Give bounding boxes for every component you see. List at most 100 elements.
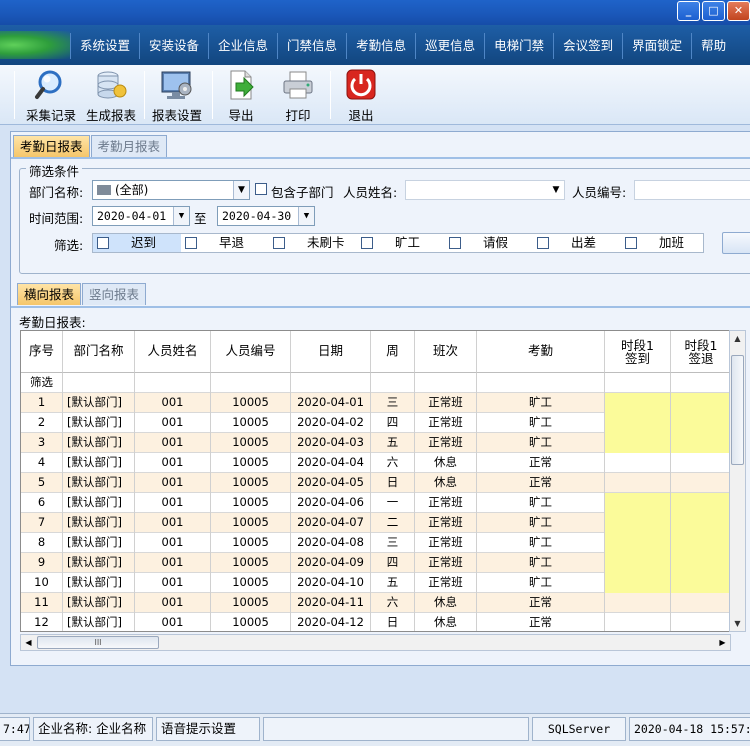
cell-dept[interactable]: [默认部门] [63,393,135,413]
cell-shift[interactable]: 正常班 [415,433,477,453]
cell-week[interactable]: 四 [371,553,415,573]
cell-no[interactable]: 11 [21,593,63,613]
print-button[interactable]: 打印 [277,69,319,125]
menu-help[interactable]: 帮助 [691,33,735,59]
grid-vertical-scrollbar[interactable]: ▲ ▼ [729,330,746,632]
col-header-name[interactable]: 人员姓名 [135,331,211,373]
cell-period1-in[interactable] [605,493,671,513]
cell-no[interactable]: 5 [21,473,63,493]
export-button[interactable]: 导出 [220,69,262,125]
cell-id[interactable]: 10005 [211,393,291,413]
flag-early-leave[interactable]: 早退 [181,234,269,252]
minimize-button[interactable]: _ [677,1,700,21]
cell-id[interactable]: 10005 [211,613,291,631]
cell-week[interactable]: 五 [371,433,415,453]
cell-id[interactable]: 10005 [211,533,291,553]
cell-no[interactable]: 10 [21,573,63,593]
flag-late[interactable]: 迟到 [93,234,181,252]
cell-week[interactable]: 四 [371,413,415,433]
filter-cell[interactable] [371,373,415,393]
cell-shift[interactable]: 正常班 [415,553,477,573]
cell-shift[interactable]: 正常班 [415,533,477,553]
include-sub-checkbox[interactable] [255,183,267,195]
menu-meeting-signin[interactable]: 会议签到 [553,33,622,59]
col-header-attendance[interactable]: 考勤 [477,331,605,373]
cell-date[interactable]: 2020-04-11 [291,593,371,613]
date-to-picker[interactable]: 2020-04-30 ▼ [217,206,315,226]
cell-period1-in[interactable] [605,613,671,631]
scroll-thumb[interactable]: III [37,636,159,649]
cell-dept[interactable]: [默认部门] [63,433,135,453]
cell-date[interactable]: 2020-04-04 [291,453,371,473]
cell-name[interactable]: 001 [135,473,211,493]
menu-system-settings[interactable]: 系统设置 [70,33,139,59]
scroll-right-icon[interactable]: ▶ [715,635,730,650]
filter-cell[interactable] [477,373,605,393]
col-header-dept[interactable]: 部门名称 [63,331,135,373]
table-row[interactable]: 3 [默认部门] 001 10005 2020-04-03 五正常班 旷工 [21,433,730,453]
cell-shift[interactable]: 正常班 [415,573,477,593]
cell-attendance[interactable]: 正常 [477,613,605,631]
scroll-left-icon[interactable]: ◀ [21,635,36,650]
table-row[interactable]: 9 [默认部门] 001 10005 2020-04-09 四正常班 旷工 [21,553,730,573]
maximize-button[interactable]: □ [702,1,725,21]
menu-elevator[interactable]: 电梯门禁 [484,33,553,59]
table-row[interactable]: 8 [默认部门] 001 10005 2020-04-08 三正常班 旷工 [21,533,730,553]
id-input[interactable] [634,180,750,200]
filter-cell[interactable] [291,373,371,393]
cell-dept[interactable]: [默认部门] [63,533,135,553]
cell-no[interactable]: 3 [21,433,63,453]
grid-horizontal-scrollbar[interactable]: ◀ III ▶ [20,634,731,651]
date-from-picker[interactable]: 2020-04-01 ▼ [92,206,190,226]
cell-date[interactable]: 2020-04-05 [291,473,371,493]
cell-no[interactable]: 4 [21,453,63,473]
cell-id[interactable]: 10005 [211,513,291,533]
cell-week[interactable]: 一 [371,493,415,513]
cell-week[interactable]: 六 [371,593,415,613]
cell-no[interactable]: 8 [21,533,63,553]
cell-shift[interactable]: 正常班 [415,513,477,533]
cell-id[interactable]: 10005 [211,473,291,493]
cell-week[interactable]: 三 [371,533,415,553]
cell-name[interactable]: 001 [135,573,211,593]
cell-period1-in[interactable] [605,513,671,533]
table-row[interactable]: 4 [默认部门] 001 10005 2020-04-04 六休息 正常 [21,453,730,473]
col-header-period1-in[interactable]: 时段1 签到 [605,331,671,373]
name-select[interactable]: ▼ [405,180,565,200]
cell-period1-out[interactable] [671,393,730,413]
exit-button[interactable]: 退出 [340,69,382,125]
cell-attendance[interactable]: 正常 [477,473,605,493]
table-row[interactable]: 10 [默认部门] 001 10005 2020-04-10 五正常班 旷工 [21,573,730,593]
cell-name[interactable]: 001 [135,393,211,413]
cell-name[interactable]: 001 [135,533,211,553]
filter-cell[interactable] [211,373,291,393]
cell-period1-out[interactable] [671,493,730,513]
cell-attendance[interactable]: 旷工 [477,533,605,553]
cell-period1-in[interactable] [605,593,671,613]
cell-dept[interactable]: [默认部门] [63,473,135,493]
cell-shift[interactable]: 正常班 [415,493,477,513]
cell-week[interactable]: 五 [371,573,415,593]
collect-records-button[interactable]: 采集记录 [24,69,78,125]
cell-dept[interactable]: [默认部门] [63,613,135,631]
table-row[interactable]: 2 [默认部门] 001 10005 2020-04-02 四正常班 旷工 [21,413,730,433]
flag-business-trip[interactable]: 出差 [533,234,621,252]
cell-id[interactable]: 10005 [211,493,291,513]
cell-id[interactable]: 10005 [211,573,291,593]
cell-date[interactable]: 2020-04-10 [291,573,371,593]
filter-cell[interactable] [135,373,211,393]
cell-attendance[interactable]: 旷工 [477,393,605,413]
cell-period1-in[interactable] [605,433,671,453]
menu-company-info[interactable]: 企业信息 [208,33,277,59]
cell-period1-in[interactable] [605,533,671,553]
flag-overtime[interactable]: 加班 [621,234,709,252]
cell-name[interactable]: 001 [135,493,211,513]
status-voice-settings[interactable]: 语音提示设置 [156,717,260,741]
query-button[interactable] [722,232,750,254]
table-row[interactable]: 7 [默认部门] 001 10005 2020-04-07 二正常班 旷工 [21,513,730,533]
cell-shift[interactable]: 正常班 [415,413,477,433]
cell-attendance[interactable]: 旷工 [477,513,605,533]
cell-dept[interactable]: [默认部门] [63,553,135,573]
cell-dept[interactable]: [默认部门] [63,573,135,593]
cell-period1-in[interactable] [605,413,671,433]
